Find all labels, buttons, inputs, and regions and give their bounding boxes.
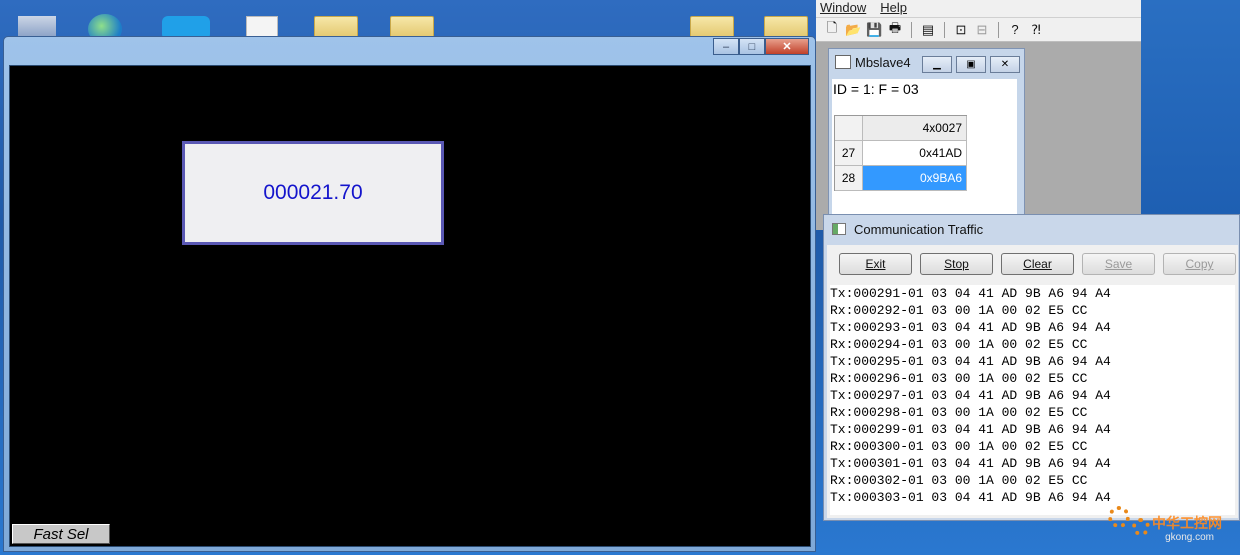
print-icon[interactable]: 🖶 [887, 19, 903, 41]
desktop-background [1141, 0, 1240, 214]
modbus-window-icon [835, 55, 851, 69]
child-minimize-button[interactable]: ▁ [922, 56, 952, 73]
grid-header-row: 4x0027 [835, 116, 967, 141]
fast-sel-button[interactable]: Fast Sel [12, 524, 110, 544]
log-line: Tx:000293-01 03 04 41 AD 9B A6 94 A4 [830, 320, 1111, 335]
context-help-icon[interactable]: ⁈ [1028, 22, 1044, 38]
log-line: Rx:000298-01 03 00 1A 00 02 E5 CC [830, 405, 1088, 420]
communication-traffic-window: Communication Traffic Exit Stop Clear Sa… [823, 214, 1240, 521]
exit-button[interactable]: Exit [839, 253, 912, 275]
log-line: Tx:000295-01 03 04 41 AD 9B A6 94 A4 [830, 354, 1111, 369]
clear-button[interactable]: Clear [1001, 253, 1074, 275]
child-restore-button[interactable]: ▣ [956, 56, 986, 73]
register-grid: 4x0027 27 0x41AD 28 0x9BA6 [834, 115, 967, 191]
register-view: ID = 1: F = 03 4x0027 27 0x41AD 28 0x9BA… [832, 79, 1017, 219]
traffic-titlebar[interactable]: Communication Traffic [824, 215, 1239, 243]
connect-icon[interactable]: ⊡ [953, 22, 969, 38]
watermark-logo: 中华工控网 [1152, 515, 1222, 531]
hmi-window: ‒ □ ✕ 000021.70 Fast Sel [3, 36, 816, 552]
toolbar-separator [998, 21, 999, 38]
register-value-cell-selected[interactable]: 0x9BA6 [863, 166, 967, 191]
slave-id-function: ID = 1: F = 03 [833, 81, 919, 97]
watermark-url: gkong.com [1165, 532, 1214, 543]
log-line: Rx:000296-01 03 00 1A 00 02 E5 CC [830, 371, 1088, 386]
desktop-shortcut-icon[interactable] [18, 16, 56, 36]
traffic-window-icon [832, 223, 846, 235]
toolbar: 🗋 📂 💾 🖶 ▤ ⊡ ⊟ ? ⁈ [816, 18, 1141, 42]
traffic-panel: Exit Stop Clear Save Copy Tx:000291-01 0… [827, 245, 1238, 518]
save-icon[interactable]: 💾 [866, 22, 882, 38]
log-line: Tx:000299-01 03 04 41 AD 9B A6 94 A4 [830, 422, 1111, 437]
log-line: Rx:000302-01 03 00 1A 00 02 E5 CC [830, 473, 1088, 488]
log-line: Rx:000292-01 03 00 1A 00 02 E5 CC [830, 303, 1088, 318]
help-icon[interactable]: ? [1007, 22, 1023, 37]
hmi-canvas: 000021.70 Fast Sel [9, 65, 811, 547]
mbslave4-title: Mbslave4 [855, 54, 911, 70]
gear-icon [1108, 506, 1130, 528]
close-button[interactable]: ✕ [765, 38, 809, 55]
log-line: Tx:000303-01 03 04 41 AD 9B A6 94 A4 [830, 490, 1111, 505]
open-icon[interactable]: 📂 [845, 22, 861, 38]
disconnect-icon[interactable]: ⊟ [974, 22, 990, 38]
stop-button[interactable]: Stop [920, 253, 993, 275]
menu-bar: Window Help [816, 0, 1141, 18]
traffic-button-row: Exit Stop Clear Save Copy [839, 253, 1236, 275]
row-index: 27 [835, 141, 863, 166]
column-header: 4x0027 [863, 116, 967, 141]
table-row[interactable]: 27 0x41AD [835, 141, 967, 166]
child-caption-buttons: ▁ ▣ ✕ [922, 56, 1020, 73]
toolbar-separator [911, 21, 912, 38]
traffic-title: Communication Traffic [854, 221, 984, 237]
grid-corner [835, 116, 863, 141]
window-icon[interactable]: ▤ [920, 22, 936, 38]
toolbar-separator [944, 21, 945, 38]
menu-help[interactable]: Help [880, 0, 907, 17]
log-line: Rx:000300-01 03 00 1A 00 02 E5 CC [830, 439, 1088, 454]
save-button[interactable]: Save [1082, 253, 1155, 275]
register-value-cell[interactable]: 0x41AD [863, 141, 967, 166]
mbslave4-window: Mbslave4 ▁ ▣ ✕ ID = 1: F = 03 4x0027 27 … [828, 48, 1025, 222]
log-line: Tx:000301-01 03 04 41 AD 9B A6 94 A4 [830, 456, 1111, 471]
numeric-display-value: 000021.70 [263, 181, 363, 204]
log-line: Tx:000297-01 03 04 41 AD 9B A6 94 A4 [830, 388, 1111, 403]
traffic-log[interactable]: Tx:000291-01 03 04 41 AD 9B A6 94 A4 Rx:… [830, 285, 1235, 515]
table-row[interactable]: 28 0x9BA6 [835, 166, 967, 191]
log-line: Tx:000291-01 03 04 41 AD 9B A6 94 A4 [830, 286, 1111, 301]
mbslave-app: Window Help 🗋 📂 💾 🖶 ▤ ⊡ ⊟ ? ⁈ Mbslave4 ▁… [816, 0, 1141, 230]
numeric-display[interactable]: 000021.70 [182, 141, 444, 245]
child-close-button[interactable]: ✕ [990, 56, 1020, 73]
new-icon[interactable]: 🗋 [824, 19, 840, 41]
menu-window[interactable]: Window [820, 0, 866, 17]
gear-icon [1132, 518, 1150, 536]
maximize-button[interactable]: □ [739, 38, 765, 55]
row-index: 28 [835, 166, 863, 191]
caption-buttons: ‒ □ ✕ [713, 38, 809, 55]
minimize-button[interactable]: ‒ [713, 38, 739, 55]
copy-button[interactable]: Copy [1163, 253, 1236, 275]
log-line: Rx:000294-01 03 00 1A 00 02 E5 CC [830, 337, 1088, 352]
